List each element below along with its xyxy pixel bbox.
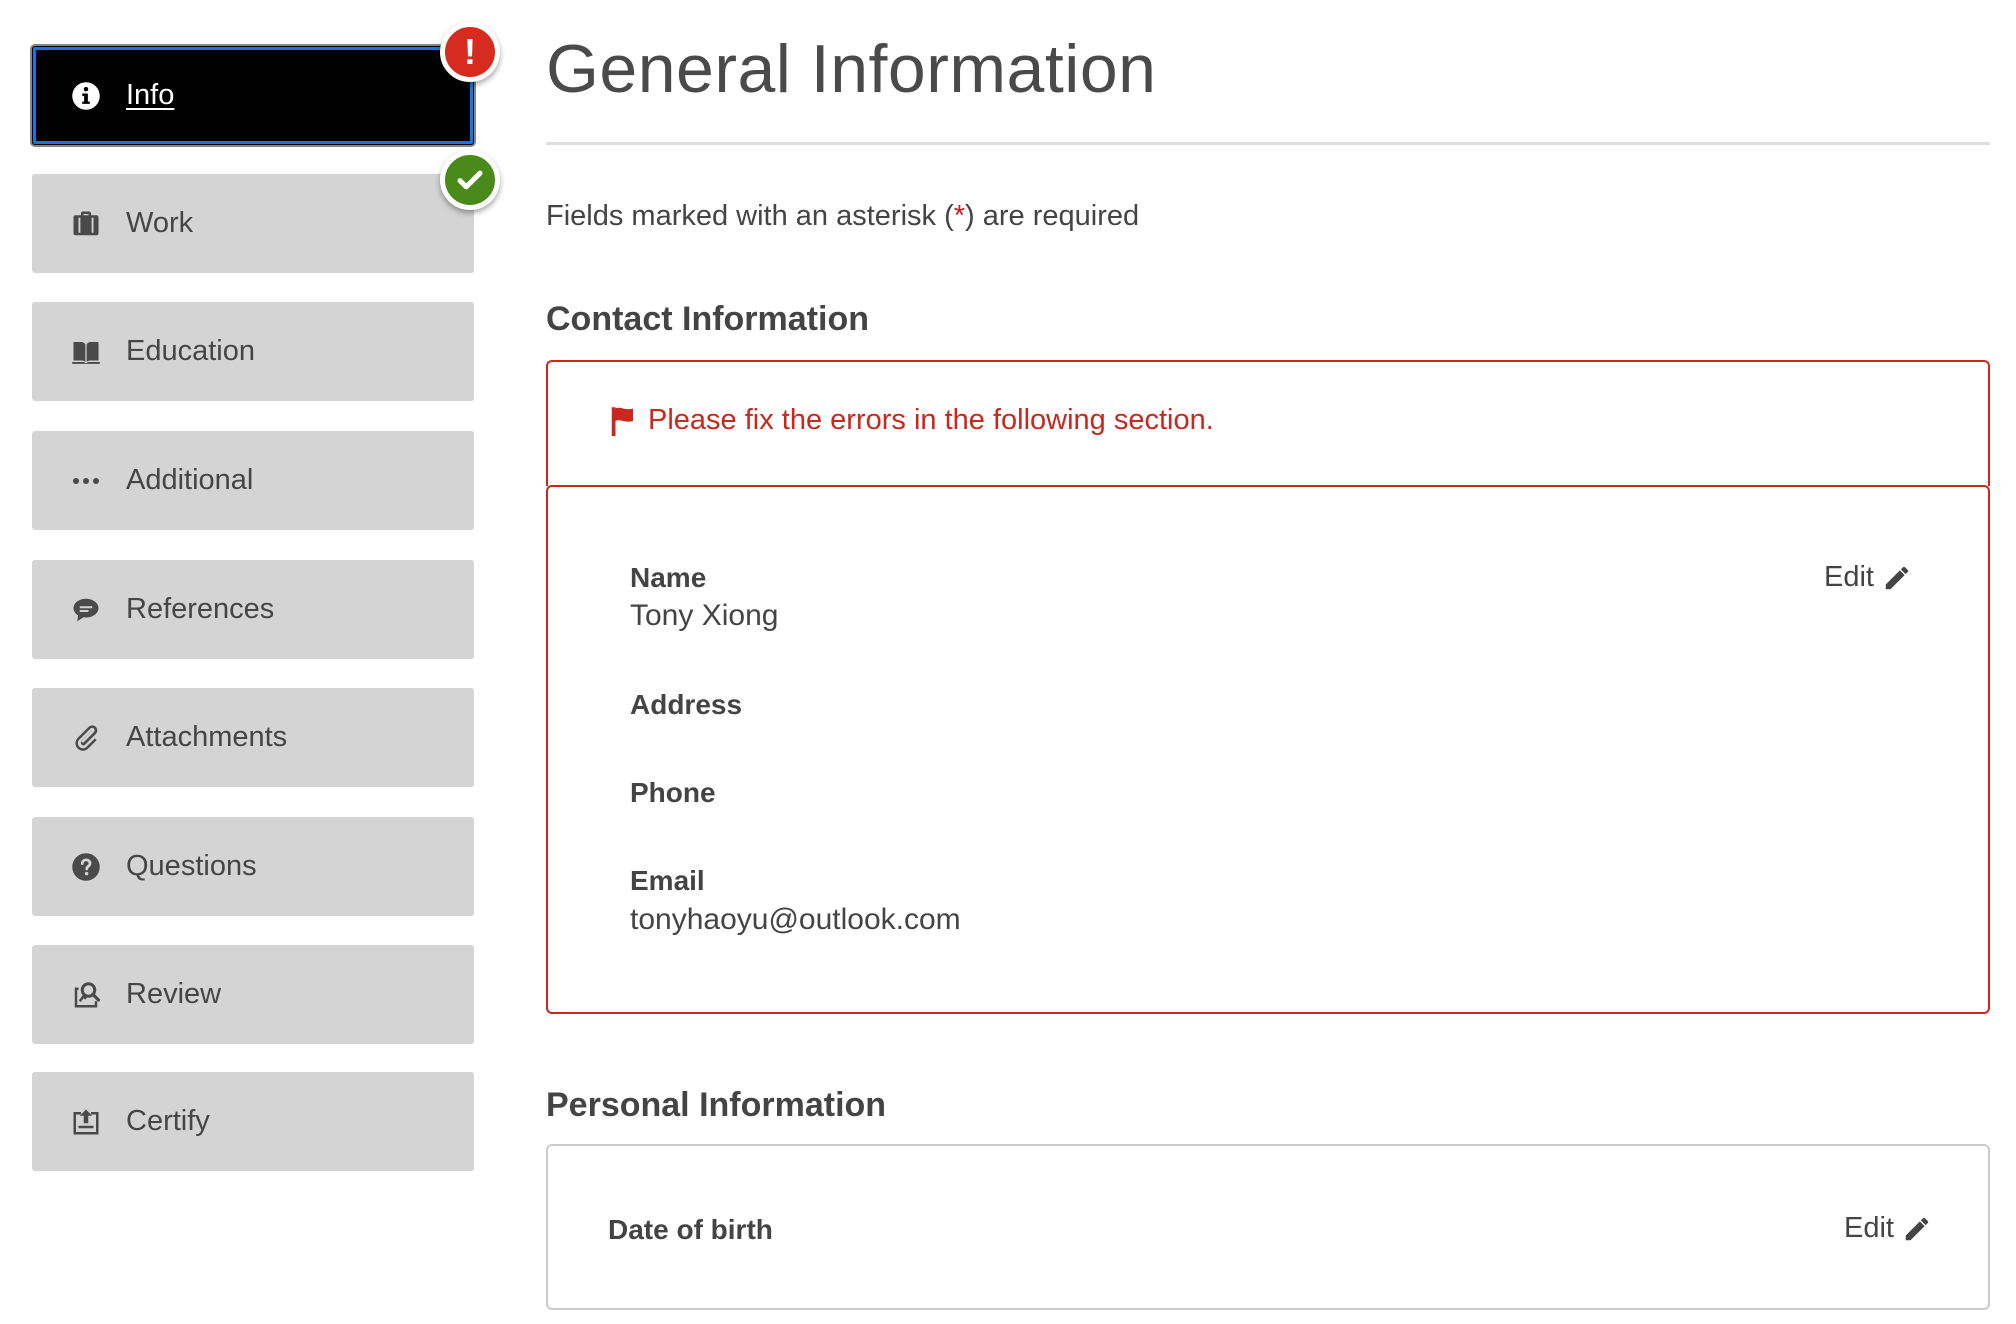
sidebar-item-label: References bbox=[126, 593, 275, 625]
sidebar-item-label: Additional bbox=[126, 464, 254, 496]
contact-information-heading: Contact Information bbox=[546, 300, 869, 338]
name-label: Name bbox=[630, 562, 707, 593]
sidebar-item-label: Work bbox=[126, 207, 194, 239]
certify-icon bbox=[70, 1106, 102, 1138]
sidebar-item-additional[interactable]: Additional bbox=[32, 431, 474, 530]
page-title: General Information bbox=[546, 31, 1157, 107]
flag-icon bbox=[611, 406, 633, 436]
sidebar-item-certify[interactable]: Certify bbox=[32, 1072, 474, 1171]
sidebar-item-label: Certify bbox=[126, 1105, 210, 1137]
book-icon bbox=[70, 336, 102, 368]
contact-information-card: Edit Name Tony Xiong Address Phone Email… bbox=[546, 485, 1990, 1014]
title-divider bbox=[546, 142, 1990, 145]
pencil-icon bbox=[1885, 566, 1909, 589]
ellipsis-icon bbox=[70, 465, 102, 497]
error-message: Please fix the errors in the following s… bbox=[610, 404, 1214, 437]
briefcase-icon bbox=[70, 208, 102, 240]
personal-information-card: Date of birth Edit bbox=[546, 1144, 1990, 1310]
required-fields-note: Fields marked with an asterisk (*) are r… bbox=[546, 200, 1140, 232]
date-of-birth-label: Date of birth bbox=[608, 1214, 773, 1245]
checkmark-icon bbox=[440, 150, 500, 210]
sidebar-item-work[interactable]: Work bbox=[32, 174, 474, 273]
error-alert: Please fix the errors in the following s… bbox=[546, 360, 1990, 486]
email-value: tonyhaoyu@outlook.com bbox=[630, 903, 961, 936]
required-asterisk: * bbox=[953, 200, 966, 232]
phone-label: Phone bbox=[630, 777, 716, 808]
review-icon bbox=[70, 979, 102, 1011]
sidebar-item-label: Questions bbox=[126, 850, 257, 882]
paperclip-icon bbox=[70, 722, 102, 754]
error-badge: ! bbox=[440, 22, 500, 82]
address-label: Address bbox=[630, 689, 743, 720]
sidebar-item-info[interactable]: Info bbox=[32, 46, 474, 145]
info-icon bbox=[70, 80, 102, 112]
sidebar-item-attachments[interactable]: Attachments bbox=[32, 688, 474, 787]
name-value: Tony Xiong bbox=[630, 599, 779, 632]
personal-edit-button[interactable]: Edit bbox=[1844, 1212, 1932, 1245]
sidebar-item-references[interactable]: References bbox=[32, 560, 474, 659]
speech-bubble-icon bbox=[70, 594, 102, 626]
sidebar-item-education[interactable]: Education bbox=[32, 302, 474, 401]
personal-information-heading: Personal Information bbox=[546, 1086, 887, 1124]
pencil-icon bbox=[1905, 1217, 1929, 1240]
sidebar-item-review[interactable]: Review bbox=[32, 945, 474, 1044]
email-label: Email bbox=[630, 865, 705, 896]
sidebar-item-questions[interactable]: Questions bbox=[32, 817, 474, 916]
sidebar-item-label: Info bbox=[126, 79, 175, 111]
contact-edit-button[interactable]: Edit bbox=[1824, 561, 1912, 594]
sidebar-item-label: Attachments bbox=[126, 721, 288, 753]
sidebar-item-label: Review bbox=[126, 978, 222, 1010]
question-circle-icon bbox=[70, 851, 102, 883]
sidebar-item-label: Education bbox=[126, 335, 255, 367]
